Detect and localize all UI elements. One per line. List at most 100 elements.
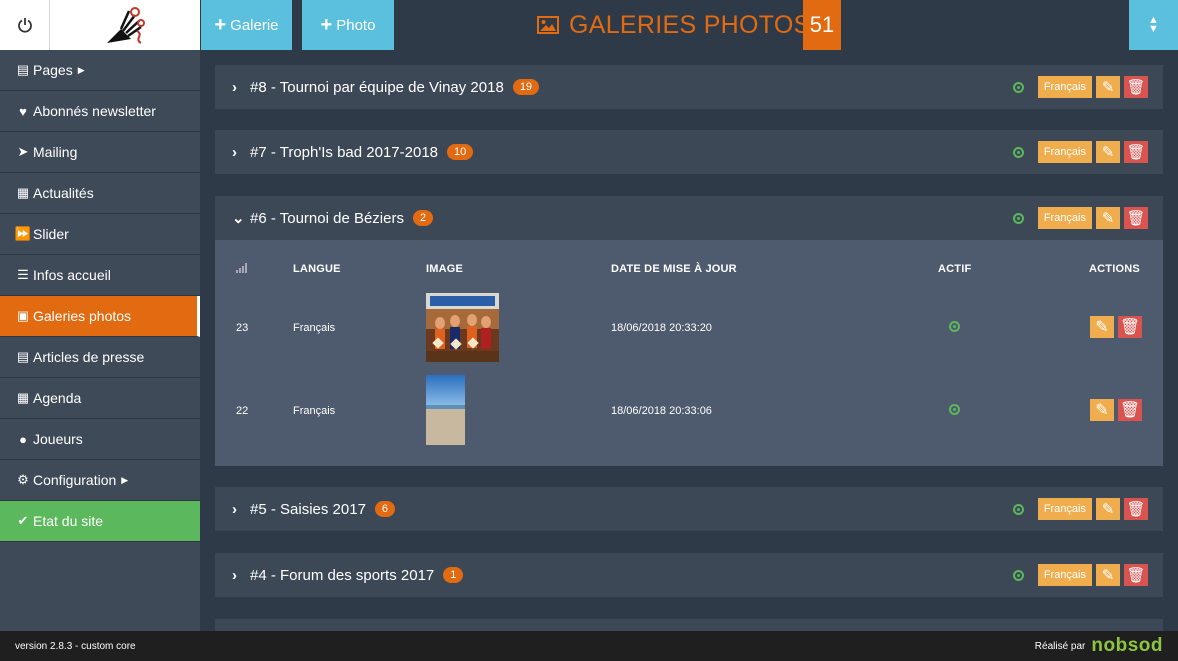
sidebar-item-actualites[interactable]: ▦ Actualités xyxy=(0,173,200,214)
sidebar-item-label: Joueurs xyxy=(33,431,83,447)
column-header-langue: LANGUE xyxy=(293,263,341,275)
language-button[interactable]: Français xyxy=(1037,498,1092,520)
row-actions: ✎ 🗑 xyxy=(1090,316,1142,338)
site-logo[interactable] xyxy=(50,0,200,50)
add-gallery-label: Galerie xyxy=(230,16,279,34)
delete-button[interactable]: 🗑 xyxy=(1124,76,1148,98)
sort-toggle-button[interactable]: ▲ ▼ xyxy=(1129,0,1178,50)
page-title: GALERIES PHOTOS xyxy=(537,0,811,50)
gallery-panel: › #4 - Forum des sports 2017 1 Français … xyxy=(215,553,1163,597)
sidebar-item-label: Pages xyxy=(33,62,73,78)
edit-button[interactable]: ✎ xyxy=(1090,316,1114,338)
photo-count-badge: 2 xyxy=(412,210,434,226)
edit-button[interactable]: ✎ xyxy=(1096,76,1120,98)
photo-thumbnail[interactable] xyxy=(426,375,465,445)
sidebar-item-infos-accueil[interactable]: ☰ Infos accueil xyxy=(0,255,200,296)
row-actions: ✎ 🗑 xyxy=(1090,399,1142,421)
sidebar-item-mailing[interactable]: ➤ Mailing xyxy=(0,132,200,173)
delete-button[interactable]: 🗑 xyxy=(1118,399,1142,421)
active-status-icon[interactable] xyxy=(1012,503,1024,515)
pencil-icon: ✎ xyxy=(1101,79,1115,96)
gallery-header[interactable]: › #4 - Forum des sports 2017 1 Français … xyxy=(215,553,1163,597)
logout-button[interactable] xyxy=(0,0,50,50)
made-by-text: Réalisé par xyxy=(1034,640,1086,652)
gallery-title: #8 - Tournoi par équipe de Vinay 2018 xyxy=(250,78,504,96)
trash-icon: 🗑 xyxy=(1126,79,1146,96)
gallery-header[interactable]: › #5 - Saisies 2017 6 Français ✎ 🗑 xyxy=(215,487,1163,531)
sidebar-item-pages[interactable]: ▤ Pages ▶ xyxy=(0,50,200,91)
edit-button[interactable]: ✎ xyxy=(1096,564,1120,586)
pencil-icon: ✎ xyxy=(1101,144,1115,161)
scrollbar[interactable] xyxy=(1169,50,1178,631)
calendar-icon: ▦ xyxy=(16,390,30,405)
sidebar-item-label: Agenda xyxy=(33,390,82,406)
gallery-header[interactable]: › #7 - Troph'Is bad 2017-2018 10 Françai… xyxy=(215,130,1163,174)
trash-icon: 🗑 xyxy=(1126,501,1146,518)
active-status-icon[interactable] xyxy=(1012,81,1024,93)
edit-button[interactable]: ✎ xyxy=(1090,399,1114,421)
add-gallery-button[interactable]: + Galerie xyxy=(201,0,292,50)
active-status-icon[interactable] xyxy=(1012,212,1024,224)
sidebar-item-label: Etat du site xyxy=(33,513,104,529)
gallery-title: #6 - Tournoi de Béziers xyxy=(250,209,404,227)
sidebar-item-joueurs[interactable]: ● Joueurs xyxy=(0,419,200,460)
column-header-image: IMAGE xyxy=(426,263,464,275)
sidebar-item-label: Slider xyxy=(33,226,69,242)
sidebar-item-label: Actualités xyxy=(33,185,94,201)
delete-button[interactable]: 🗑 xyxy=(1118,316,1142,338)
sidebar-item-newsletter[interactable]: ♥ Abonnés newsletter xyxy=(0,91,200,132)
gallery-header[interactable]: › #8 - Tournoi par équipe de Vinay 2018 … xyxy=(215,65,1163,109)
language-button[interactable]: Français xyxy=(1037,207,1092,229)
delete-button[interactable]: 🗑 xyxy=(1124,207,1148,229)
photo-thumbnail[interactable] xyxy=(426,293,499,362)
newspaper-icon: ▤ xyxy=(16,349,30,364)
brand-logo[interactable]: nobsod xyxy=(1091,635,1163,657)
delete-button[interactable]: 🗑 xyxy=(1124,141,1148,163)
gallery-title: #4 - Forum des sports 2017 xyxy=(250,566,435,584)
power-icon xyxy=(17,18,32,33)
active-status-icon[interactable] xyxy=(949,404,960,415)
gallery-panel: › #8 - Tournoi par équipe de Vinay 2018 … xyxy=(215,65,1163,109)
paper-plane-icon: ➤ xyxy=(17,144,29,159)
trash-icon: 🗑 xyxy=(1119,319,1141,336)
active-status-icon[interactable] xyxy=(1012,569,1024,581)
trash-icon: 🗑 xyxy=(1126,567,1146,584)
gallery-header[interactable]: ⌄ #6 - Tournoi de Béziers 2 Français ✎ 🗑 xyxy=(215,196,1163,240)
photo-count-badge: 19 xyxy=(512,79,540,95)
pencil-icon: ✎ xyxy=(1095,402,1109,419)
add-photo-button[interactable]: + Photo xyxy=(302,0,394,50)
edit-button[interactable]: ✎ xyxy=(1096,141,1120,163)
delete-button[interactable]: 🗑 xyxy=(1124,564,1148,586)
sidebar-item-label: Galeries photos xyxy=(33,308,132,324)
gallery-panel-expanded: ⌄ #6 - Tournoi de Béziers 2 Français ✎ 🗑… xyxy=(215,196,1163,466)
edit-button[interactable]: ✎ xyxy=(1096,207,1120,229)
list-icon: ☰ xyxy=(17,267,29,282)
sidebar-item-agenda[interactable]: ▦ Agenda xyxy=(0,378,200,419)
edit-button[interactable]: ✎ xyxy=(1096,498,1120,520)
language-button[interactable]: Français xyxy=(1037,141,1092,163)
sidebar-item-articles-presse[interactable]: ▤ Articles de presse xyxy=(0,337,200,378)
language-button[interactable]: Français xyxy=(1037,564,1092,586)
photo-id: 22 xyxy=(236,405,249,417)
delete-button[interactable]: 🗑 xyxy=(1124,498,1148,520)
sidebar-item-slider[interactable]: ⏩ Slider xyxy=(0,214,200,255)
fast-forward-icon: ⏩ xyxy=(14,226,32,241)
add-photo-label: Photo xyxy=(336,16,376,34)
trash-icon: 🗑 xyxy=(1126,144,1146,161)
sidebar-item-galeries-photos[interactable]: ▣ Galeries photos xyxy=(0,296,200,337)
active-status-icon[interactable] xyxy=(949,321,960,332)
caret-right-icon: ▶ xyxy=(77,64,85,75)
gallery-title: #5 - Saisies 2017 xyxy=(250,500,366,518)
sidebar-item-label: Articles de presse xyxy=(33,349,145,365)
language-button[interactable]: Français xyxy=(1037,76,1092,98)
top-bar: + Galerie + Photo GALERIES PHOTOS 51 ▲ ▼ xyxy=(0,0,1178,50)
footer: version 2.8.3 - custom core Réalisé par … xyxy=(0,631,1178,661)
sidebar-item-configuration[interactable]: ⚙ Configuration ▶ xyxy=(0,460,200,501)
active-status-icon[interactable] xyxy=(1012,146,1024,158)
picture-icon: ▣ xyxy=(16,308,30,323)
sort-order-icon[interactable] xyxy=(236,263,248,276)
photo-language: Français xyxy=(293,405,336,417)
photo-date: 18/06/2018 20:33:06 xyxy=(611,405,712,417)
pencil-icon: ✎ xyxy=(1101,501,1115,518)
sidebar-item-etat-site[interactable]: ✔ Etat du site xyxy=(0,501,200,542)
